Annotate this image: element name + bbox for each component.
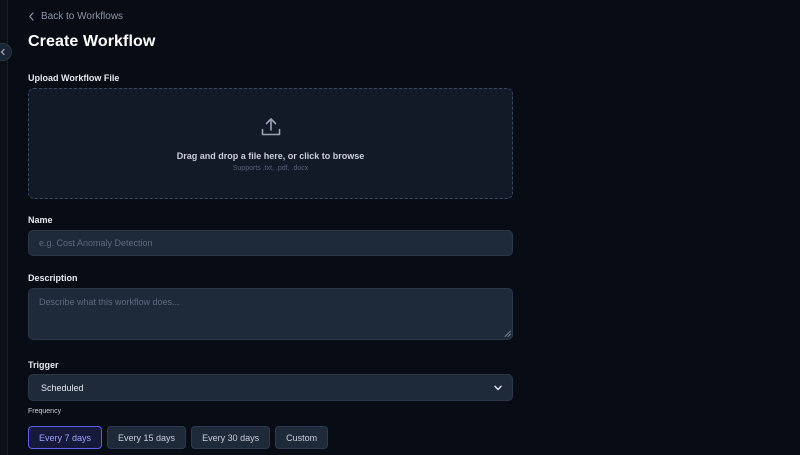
dropzone-title: Drag and drop a file here, or click to b… xyxy=(176,151,365,161)
sidebar-rail xyxy=(0,0,8,455)
name-input[interactable] xyxy=(28,230,513,256)
frequency-option-7-days[interactable]: Every 7 days xyxy=(28,426,103,449)
chevron-down-icon xyxy=(494,385,502,390)
frequency-options: Every 7 days Every 15 days Every 30 days… xyxy=(28,426,329,449)
dropzone-supported-formats: Supports .txt, .pdf, .docx xyxy=(232,165,309,172)
upload-icon xyxy=(261,118,281,136)
chevron-left-icon xyxy=(29,11,34,21)
resize-handle-icon[interactable] xyxy=(504,330,511,337)
frequency-label: Frequency xyxy=(28,408,62,415)
trigger-select[interactable]: Scheduled xyxy=(28,374,513,401)
sidebar-toggle-button[interactable] xyxy=(0,43,12,61)
page-title: Create Workflow xyxy=(28,33,156,50)
frequency-option-30-days[interactable]: Every 30 days xyxy=(191,426,271,449)
upload-label: Upload Workflow File xyxy=(28,73,120,83)
file-dropzone[interactable]: Drag and drop a file here, or click to b… xyxy=(28,88,513,199)
frequency-option-custom[interactable]: Custom xyxy=(275,426,329,449)
back-link-label: Back to Workflows xyxy=(41,10,124,22)
description-textarea[interactable] xyxy=(28,288,513,340)
chevron-left-icon xyxy=(0,48,5,56)
trigger-selected-value: Scheduled xyxy=(41,382,84,393)
frequency-option-15-days[interactable]: Every 15 days xyxy=(107,426,187,449)
name-label: Name xyxy=(28,215,53,225)
back-to-workflows-link[interactable]: Back to Workflows xyxy=(28,9,123,23)
trigger-label: Trigger xyxy=(28,360,59,370)
description-label: Description xyxy=(28,273,78,283)
